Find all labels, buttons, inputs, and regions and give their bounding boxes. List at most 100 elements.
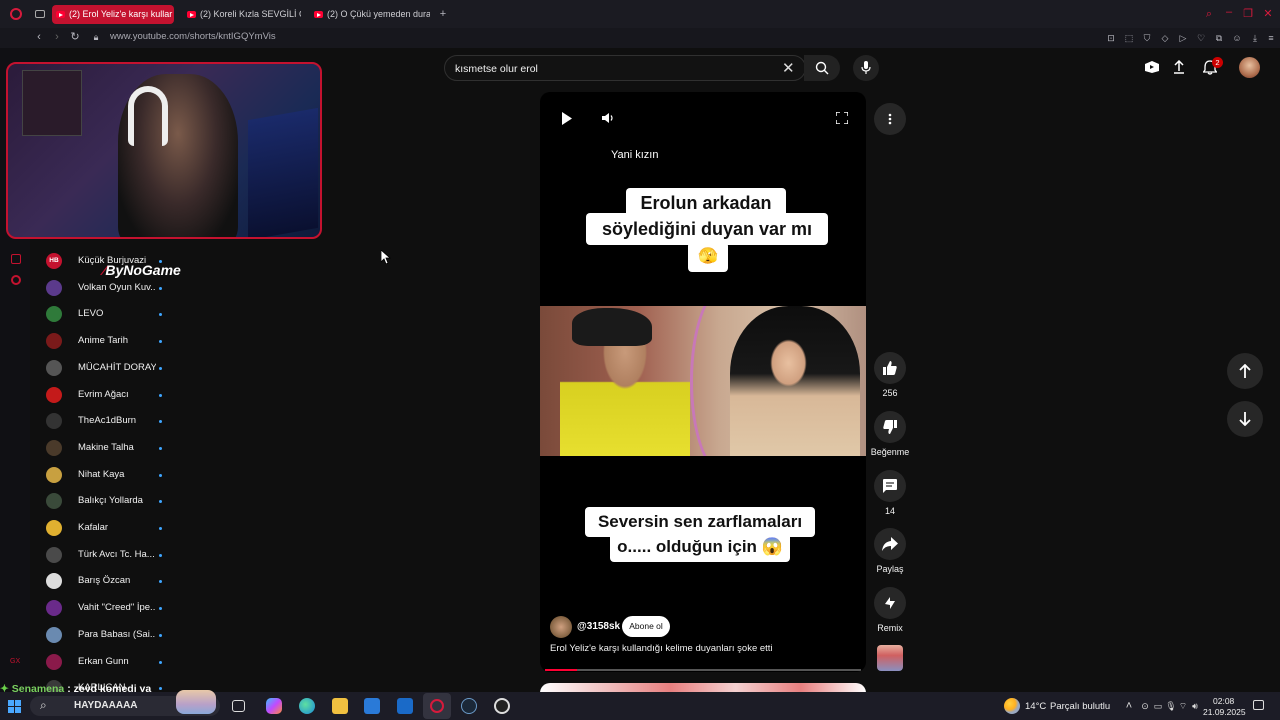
clock-date[interactable]: 21.09.2025 — [1203, 707, 1246, 717]
opera-gx-taskbar-button[interactable] — [423, 693, 451, 719]
account-avatar[interactable] — [1239, 57, 1260, 78]
download-icon[interactable]: ⤓ — [1249, 32, 1261, 44]
upload-icon[interactable] — [1172, 60, 1186, 74]
clock-time[interactable]: 02:08 — [1213, 696, 1234, 706]
comment-icon — [883, 479, 897, 493]
subscription-item[interactable]: Kafalar — [46, 518, 176, 538]
store-icon[interactable] — [364, 698, 380, 714]
back-icon[interactable]: ‹ — [33, 31, 45, 43]
reload-icon[interactable]: ↻ — [69, 31, 81, 43]
obs-icon[interactable] — [494, 698, 510, 714]
profile-icon[interactable]: ☺ — [1231, 32, 1243, 44]
progress-track[interactable] — [545, 669, 861, 671]
tab-o-cuku[interactable]: (2) O Çükü yemeden dura — [310, 5, 430, 24]
home-icon[interactable] — [11, 254, 21, 264]
subscription-item[interactable]: Balıkçı Yollarda — [46, 491, 176, 511]
dislike-button[interactable] — [874, 411, 906, 443]
tab-island-icon[interactable] — [35, 10, 45, 18]
create-icon[interactable] — [1144, 60, 1160, 74]
sound-thumbnail[interactable] — [877, 645, 903, 671]
wifi-icon[interactable]: ⌔ — [1177, 700, 1189, 712]
weather-text[interactable]: Parçalı bulutlu — [1050, 701, 1110, 712]
short-video-player[interactable]: Yani kızın Erolun arkadan söylediğini du… — [540, 92, 866, 672]
tab-label: (2) Koreli Kızla SEVGİLİ O — [200, 9, 301, 19]
forward-icon[interactable]: › — [51, 31, 63, 43]
search-tabs-icon[interactable]: ⌕ — [1203, 8, 1215, 20]
snapshot-icon[interactable]: ⬚ — [1123, 32, 1135, 44]
subscription-item[interactable]: MÜCAHİT DORAY — [46, 358, 176, 378]
comments-button[interactable] — [874, 470, 906, 502]
new-content-dot — [159, 660, 162, 664]
previous-short-button[interactable] — [1227, 353, 1263, 389]
channel-name[interactable]: @3158sk — [577, 621, 620, 632]
tray-mic-icon[interactable]: 🎙︎ — [1165, 700, 1177, 712]
channel-avatar: HB — [46, 253, 62, 269]
subscription-item[interactable]: LEVO — [46, 304, 176, 324]
subscription-item[interactable]: Türk Avcı Tc. Ha... — [46, 545, 176, 565]
tab-koreli-kiz[interactable]: (2) Koreli Kızla SEVGİLİ O — [183, 5, 301, 24]
channel-avatar[interactable] — [550, 616, 572, 638]
windows-start-icon[interactable] — [8, 700, 21, 713]
easy-setup-icon[interactable]: ≡ — [1265, 32, 1277, 44]
extensions-icon[interactable]: ⧉ — [1213, 32, 1225, 44]
play-icon[interactable] — [561, 112, 573, 125]
vpn-icon[interactable]: ⛉ — [1141, 32, 1153, 44]
new-content-dot — [159, 340, 162, 344]
outlook-icon[interactable] — [397, 698, 413, 714]
weather-icon[interactable] — [1004, 698, 1020, 714]
settings-icon[interactable] — [11, 275, 21, 285]
file-explorer-icon[interactable] — [332, 698, 348, 714]
subscription-item[interactable]: Nihat Kaya — [46, 465, 176, 485]
subscription-name: Evrim Ağacı — [78, 388, 129, 400]
more-options-button[interactable] — [874, 103, 906, 135]
subscription-item[interactable]: Erkan Gunn — [46, 652, 176, 672]
channel-avatar — [46, 359, 62, 376]
share-button[interactable] — [874, 528, 906, 560]
minimize-icon[interactable]: – — [1223, 6, 1235, 18]
heart-icon[interactable]: ♡ — [1195, 32, 1207, 44]
tray-chevron-icon[interactable]: ˄ — [1123, 700, 1135, 712]
tray-battery-icon[interactable]: ▭ — [1152, 700, 1164, 712]
windows-taskbar: ⌕ HAYDAAAAA 14°C Parçalı bulutlu ˄ ⊙ ▭ 🎙… — [0, 690, 1280, 720]
subscription-item[interactable]: Anime Tarih — [46, 331, 176, 351]
tab-erol-yeliz[interactable]: (2) Erol Yeliz'e karşı kullar — [52, 5, 174, 24]
opera-logo-icon[interactable] — [10, 8, 22, 20]
subscription-item[interactable]: Evrim Ağacı — [46, 385, 176, 405]
speaker-icon[interactable]: 🔊︎ — [1189, 700, 1201, 712]
search-input[interactable]: kısmetse olur erol — [455, 63, 538, 75]
url-field[interactable]: www.youtube.com/shorts/kntIGQYmVis — [110, 31, 276, 42]
close-window-icon[interactable]: ✕ — [1262, 8, 1274, 20]
player-icon[interactable]: ▷ — [1177, 32, 1189, 44]
fullscreen-icon[interactable] — [836, 112, 848, 124]
steam-icon[interactable] — [461, 698, 477, 714]
voice-search-button[interactable] — [853, 55, 879, 81]
task-view-icon[interactable] — [232, 700, 245, 712]
search-button[interactable] — [804, 55, 840, 81]
gx-icon[interactable]: GX — [10, 658, 20, 665]
youtube-favicon-icon — [187, 11, 196, 18]
bookmark-icon[interactable]: ⊡ — [1105, 32, 1117, 44]
search-icon — [815, 61, 829, 75]
subscribe-button[interactable]: Abone ol — [622, 616, 670, 637]
next-short-button[interactable] — [1227, 401, 1263, 437]
subscription-item[interactable]: Para Babası (Sai... — [46, 625, 176, 645]
subscription-item[interactable]: Barış Özcan — [46, 571, 176, 591]
notification-center-icon[interactable] — [1253, 700, 1264, 710]
search-box[interactable]: kısmetse olur erol ✕ — [444, 55, 806, 81]
volume-icon[interactable] — [602, 112, 614, 124]
subscription-item[interactable]: Volkan Oyun Kuv... — [46, 278, 176, 298]
new-tab-icon[interactable]: + — [437, 8, 449, 20]
clear-search-icon[interactable]: ✕ — [782, 59, 795, 77]
subscription-item[interactable]: Vahit "Creed" İpe... — [46, 598, 176, 618]
weather-temp[interactable]: 14°C — [1025, 701, 1046, 712]
subscription-item[interactable]: Makine Talha — [46, 438, 176, 458]
subscription-item[interactable]: TheAc1dBurn — [46, 411, 176, 431]
like-button[interactable] — [874, 352, 906, 384]
shield-icon[interactable]: ◇ — [1159, 32, 1171, 44]
tray-app-icon[interactable]: ⊙ — [1139, 700, 1151, 712]
remix-button[interactable] — [874, 587, 906, 619]
restore-icon[interactable]: ❐ — [1242, 8, 1254, 20]
copilot-icon[interactable] — [266, 698, 282, 714]
taskbar-search-box[interactable]: ⌕ HAYDAAAAA — [30, 690, 220, 716]
edge-icon[interactable] — [299, 698, 315, 714]
